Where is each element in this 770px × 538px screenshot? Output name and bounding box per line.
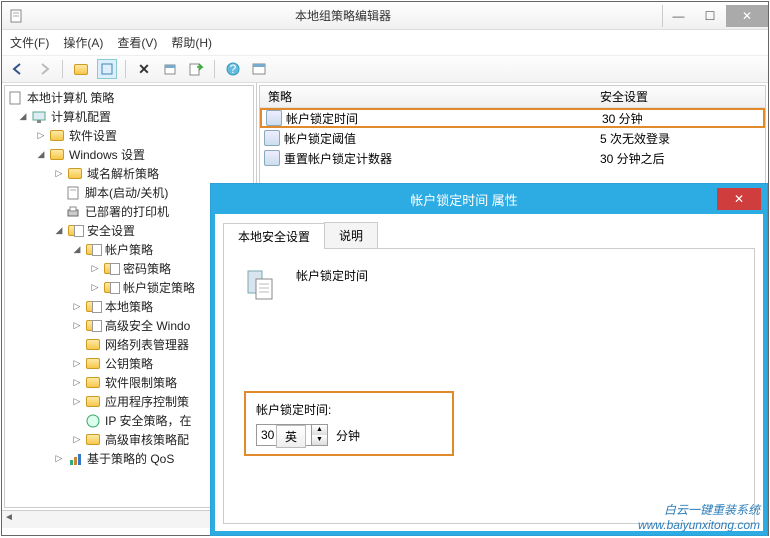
col-setting[interactable]: 安全设置 bbox=[600, 88, 765, 105]
spin-up-icon: ▲ bbox=[312, 425, 327, 435]
menu-file[interactable]: 文件(F) bbox=[10, 34, 49, 51]
field-unit: 分钟 bbox=[336, 427, 360, 444]
tab-explain[interactable]: 说明 bbox=[324, 222, 378, 248]
help-icon[interactable]: ? bbox=[223, 59, 243, 79]
options-icon[interactable] bbox=[249, 59, 269, 79]
dialog-close-button[interactable]: ✕ bbox=[717, 188, 761, 210]
tree-computer-config[interactable]: ◢计算机配置 bbox=[7, 107, 251, 126]
dialog-titlebar[interactable]: 帐户锁定时间 属性 ✕ bbox=[211, 184, 767, 214]
app-icon bbox=[8, 8, 24, 24]
policy-icon bbox=[264, 130, 280, 146]
minimize-button[interactable]: — bbox=[662, 5, 694, 27]
window-title: 本地组策略编辑器 bbox=[24, 7, 662, 24]
tab-local-security[interactable]: 本地安全设置 bbox=[223, 223, 325, 249]
ime-indicator[interactable]: 英 bbox=[276, 425, 306, 448]
main-titlebar: 本地组策略编辑器 — ☐ ✕ bbox=[2, 2, 768, 30]
tab-page-local: 帐户锁定时间 帐户锁定时间: ▲▼ 分钟 bbox=[223, 249, 755, 524]
menu-action[interactable]: 操作(A) bbox=[63, 34, 103, 51]
list-row-lockout-threshold[interactable]: 帐户锁定阈值 5 次无效登录 bbox=[260, 128, 765, 148]
properties-dialog: 帐户锁定时间 属性 ✕ 本地安全设置 说明 帐户锁定时间 帐户锁定时间: ▲▼ bbox=[210, 183, 768, 536]
properties-icon[interactable] bbox=[160, 59, 180, 79]
forward-icon[interactable] bbox=[34, 59, 54, 79]
maximize-button[interactable]: ☐ bbox=[694, 5, 726, 27]
delete-icon[interactable]: ✕ bbox=[134, 59, 154, 79]
menu-help[interactable]: 帮助(H) bbox=[171, 34, 212, 51]
list-header[interactable]: 策略 安全设置 bbox=[260, 86, 765, 108]
folder-up-icon[interactable] bbox=[71, 59, 91, 79]
tree-software-settings[interactable]: ▷软件设置 bbox=[7, 126, 251, 145]
tree-windows-settings[interactable]: ◢Windows 设置 bbox=[7, 145, 251, 164]
list-row-lockout-duration[interactable]: 帐户锁定时间 30 分钟 bbox=[260, 108, 765, 128]
spinner[interactable]: ▲▼ bbox=[311, 425, 327, 445]
svg-text:?: ? bbox=[230, 62, 237, 76]
back-icon[interactable] bbox=[8, 59, 28, 79]
list-row-reset-counter[interactable]: 重置帐户锁定计数器 30 分钟之后 bbox=[260, 148, 765, 168]
policy-icon bbox=[266, 110, 282, 126]
policy-large-icon bbox=[244, 267, 276, 301]
watermark: 白云一键重装系统 www.baiyunxitong.com bbox=[638, 501, 760, 532]
dialog-tabs: 本地安全设置 说明 bbox=[223, 222, 755, 249]
col-policy[interactable]: 策略 bbox=[260, 88, 600, 105]
toolbar: ✕ ? bbox=[2, 55, 768, 83]
dialog-title: 帐户锁定时间 属性 bbox=[211, 190, 717, 209]
menubar: 文件(F) 操作(A) 查看(V) 帮助(H) bbox=[2, 30, 768, 55]
menu-view[interactable]: 查看(V) bbox=[117, 34, 157, 51]
spin-down-icon: ▼ bbox=[312, 435, 327, 445]
policy-icon bbox=[264, 150, 280, 166]
tree-root[interactable]: 本地计算机 策略 bbox=[7, 88, 251, 107]
tree-name-resolution[interactable]: ▷域名解析策略 bbox=[7, 164, 251, 183]
property-name: 帐户锁定时间 bbox=[296, 267, 368, 284]
list-view-icon[interactable] bbox=[97, 59, 117, 79]
field-label: 帐户锁定时间: bbox=[256, 401, 442, 418]
close-button[interactable]: ✕ bbox=[726, 5, 768, 27]
export-icon[interactable] bbox=[186, 59, 206, 79]
